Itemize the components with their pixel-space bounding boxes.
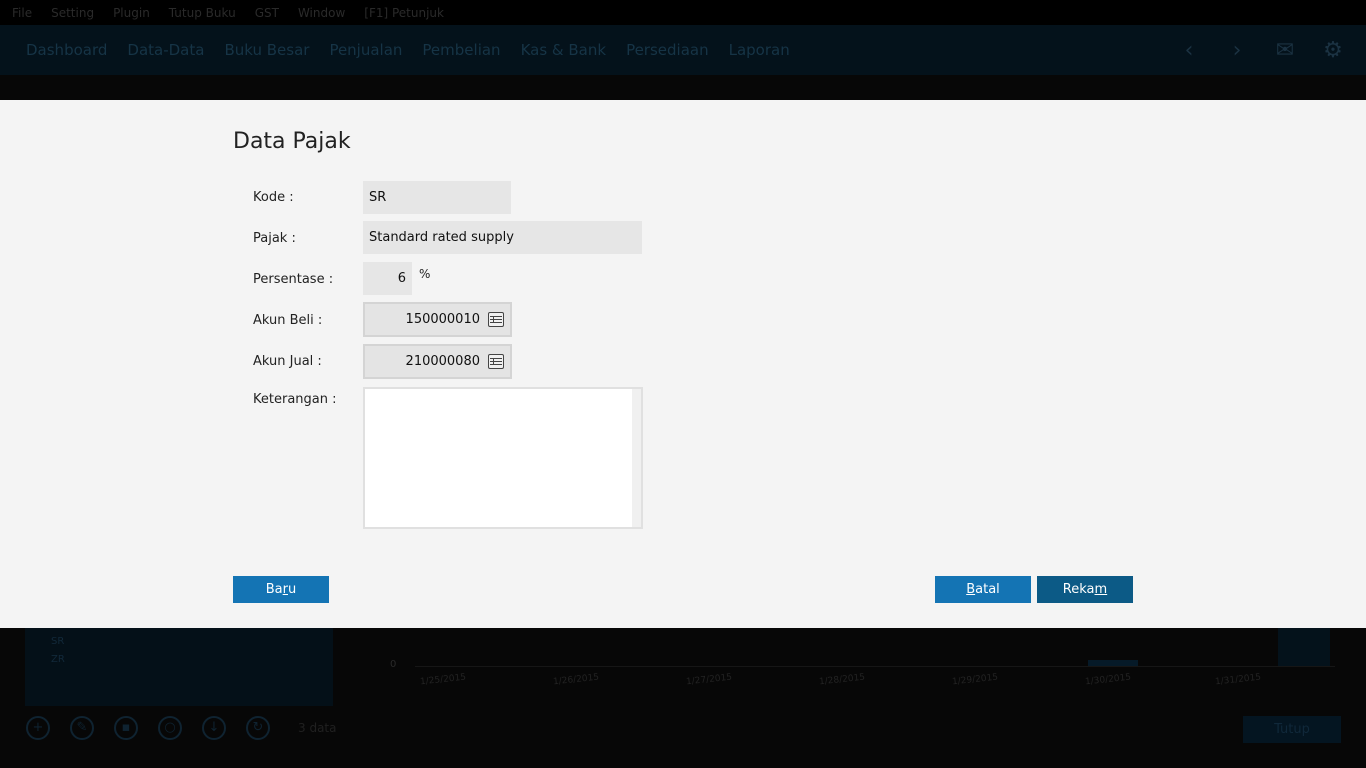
gear-icon[interactable]: ⚙: [1322, 38, 1344, 63]
menu-window[interactable]: Window: [298, 6, 345, 20]
kode-field[interactable]: SR: [363, 181, 511, 214]
akun-jual-value: 210000080: [405, 354, 480, 369]
save-button-label-start: Reka: [1062, 582, 1095, 597]
menu-plugin[interactable]: Plugin: [113, 6, 150, 20]
akun-beli-field[interactable]: 150000010: [363, 302, 512, 337]
account-lookup-icon[interactable]: [488, 354, 504, 369]
main-nav: Dashboard Data-Data Buku Besar Penjualan…: [0, 25, 1366, 75]
chevron-left-icon[interactable]: ‹: [1178, 38, 1200, 63]
cancel-button-accelerator: B: [966, 582, 976, 597]
dialog-title: Data Pajak: [233, 129, 351, 154]
chart-axis: [415, 666, 1335, 667]
keterangan-label: Keterangan :: [253, 392, 337, 407]
nav-buku-besar[interactable]: Buku Besar: [224, 41, 309, 59]
cancel-button[interactable]: Batal: [935, 576, 1031, 603]
download-icon[interactable]: ↓: [202, 716, 226, 740]
menu-setting[interactable]: Setting: [51, 6, 94, 20]
nav-data-data[interactable]: Data-Data: [127, 41, 204, 59]
new-button-label-end: u: [288, 582, 297, 597]
new-button[interactable]: Baru: [233, 576, 329, 603]
list-item[interactable]: SR: [51, 636, 64, 647]
menu-gst[interactable]: GST: [255, 6, 279, 20]
edit-icon[interactable]: ✎: [70, 716, 94, 740]
sub-bar: [0, 75, 1366, 100]
persentase-label: Persentase :: [253, 272, 334, 287]
kode-value: SR: [369, 190, 387, 205]
list-item[interactable]: ZR: [51, 654, 65, 665]
nav-dashboard[interactable]: Dashboard: [26, 41, 107, 59]
nav-kas-bank[interactable]: Kas & Bank: [521, 41, 607, 59]
chart-zero-label: 0: [390, 659, 397, 670]
close-button[interactable]: Tutup: [1243, 716, 1341, 743]
akun-jual-field[interactable]: 210000080: [363, 344, 512, 379]
persentase-value: 6: [397, 271, 406, 286]
nav-persediaan[interactable]: Persediaan: [626, 41, 709, 59]
mail-icon[interactable]: ✉: [1274, 38, 1296, 63]
account-lookup-icon[interactable]: [488, 312, 504, 327]
delete-icon[interactable]: ▪: [114, 716, 138, 740]
new-button-label-start: Ba: [265, 582, 283, 597]
tax-list-panel: SR ZR: [25, 628, 333, 706]
nav-penjualan[interactable]: Penjualan: [329, 41, 402, 59]
menu-file[interactable]: File: [12, 6, 32, 20]
kode-label: Kode :: [253, 190, 294, 205]
percent-unit: %: [419, 267, 431, 281]
pajak-label: Pajak :: [253, 231, 296, 246]
chart-bar: [1278, 628, 1330, 666]
menu-bar: File Setting Plugin Tutup Buku GST Windo…: [0, 0, 1366, 25]
chevron-right-icon[interactable]: ›: [1226, 38, 1248, 63]
save-button[interactable]: Rekam: [1037, 576, 1133, 603]
sync-icon[interactable]: ↻: [246, 716, 270, 740]
akun-jual-label: Akun Jual :: [253, 354, 322, 369]
refresh-icon[interactable]: ○: [158, 716, 182, 740]
cancel-button-label-end: atal: [975, 582, 1000, 597]
menu-help[interactable]: [F1] Petunjuk: [364, 6, 444, 20]
menu-tutup-buku[interactable]: Tutup Buku: [169, 6, 236, 20]
nav-pembelian[interactable]: Pembelian: [422, 41, 500, 59]
chart-bar: [1088, 660, 1138, 666]
akun-beli-label: Akun Beli :: [253, 313, 323, 328]
nav-icon-group: ‹ › ✉ ⚙: [1178, 25, 1344, 75]
list-toolbar: + ✎ ▪ ○ ↓ ↻ 3 data: [26, 716, 336, 740]
akun-beli-value: 150000010: [405, 312, 480, 327]
pajak-value: Standard rated supply: [369, 230, 514, 245]
keterangan-textarea[interactable]: [363, 387, 643, 529]
persentase-field[interactable]: 6: [363, 262, 412, 295]
scrollbar[interactable]: [632, 389, 641, 527]
pajak-field[interactable]: Standard rated supply: [363, 221, 642, 254]
add-icon[interactable]: +: [26, 716, 50, 740]
record-count: 3 data: [298, 721, 337, 735]
save-button-accelerator: m: [1094, 582, 1108, 597]
tax-data-dialog: Data Pajak Kode : SR Pajak : Standard ra…: [0, 100, 1366, 628]
nav-laporan[interactable]: Laporan: [729, 41, 790, 59]
